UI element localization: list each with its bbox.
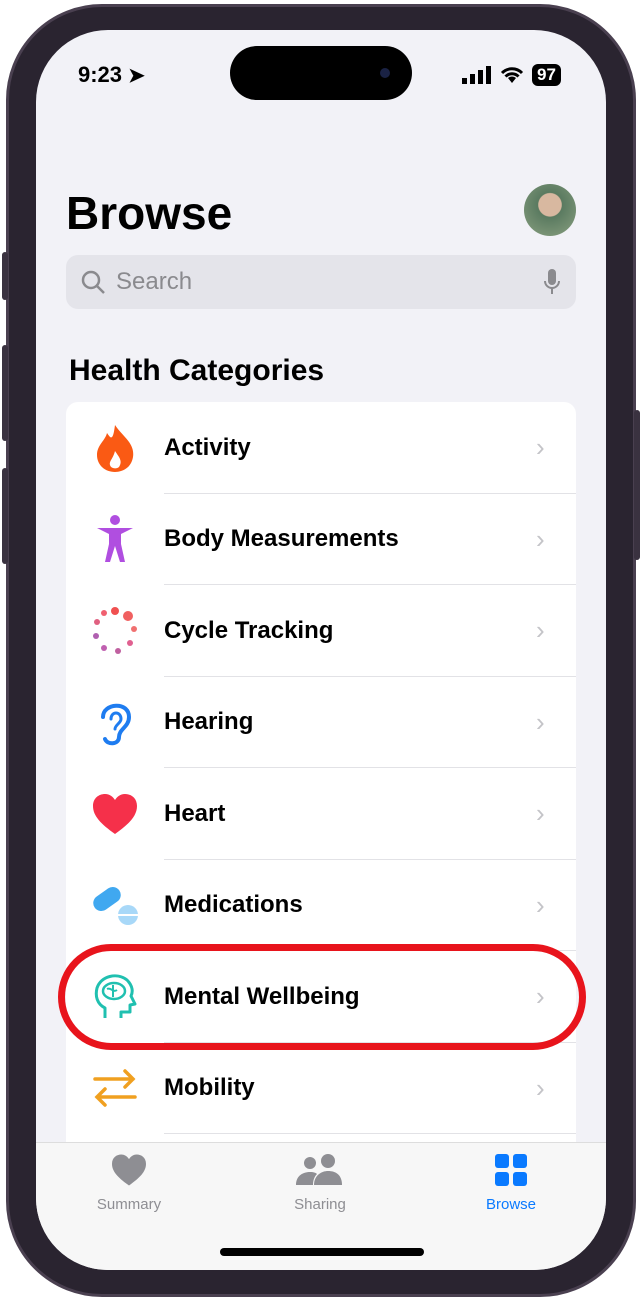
category-label: Heart — [164, 799, 226, 827]
category-label: Activity — [164, 433, 251, 461]
flame-icon — [97, 424, 134, 472]
tab-label: Summary — [96, 1196, 162, 1213]
chevron-right-icon: › — [536, 432, 545, 463]
category-label: Body Measurements — [164, 525, 399, 553]
people-icon — [296, 1154, 342, 1185]
chevron-right-icon: › — [536, 706, 545, 737]
cellular-signal-icon — [462, 66, 491, 84]
heart-icon — [93, 793, 137, 834]
cycle-dots-icon — [93, 606, 137, 654]
page-title: Browse — [66, 187, 233, 239]
chevron-right-icon: › — [536, 523, 545, 554]
tab-label: Sharing — [294, 1196, 346, 1213]
volume-up-button — [2, 345, 8, 441]
highlight-annotation — [58, 944, 586, 1050]
chevron-right-icon: › — [536, 889, 545, 920]
category-label: Mobility — [164, 1074, 255, 1102]
section-title: Health Categories — [69, 354, 325, 387]
status-time: 9:23 ➤ — [78, 62, 145, 87]
category-row-body-measurements[interactable]: Body Measurements › — [66, 494, 576, 585]
tab-browse[interactable]: Browse — [451, 1153, 571, 1213]
microphone-icon[interactable] — [542, 267, 562, 297]
location-arrow-icon: ➤ — [128, 65, 145, 87]
category-row-heart[interactable]: Heart › — [66, 768, 576, 860]
tab-sharing[interactable]: Sharing — [260, 1153, 380, 1213]
categories-list: Activity › Body Measurements › Cycle Tra… — [66, 402, 576, 1202]
side-button — [634, 410, 640, 560]
tab-summary[interactable]: Summary — [69, 1153, 189, 1213]
profile-avatar[interactable] — [524, 184, 576, 236]
screen: 9:23 ➤ 97 Browse Search Health Categorie… — [36, 30, 606, 1270]
search-placeholder: Search — [116, 268, 193, 295]
chevron-right-icon: › — [536, 798, 545, 829]
volume-down-button — [2, 468, 8, 564]
grid-icon — [495, 1154, 527, 1186]
home-indicator[interactable] — [220, 1248, 424, 1256]
ear-icon — [101, 704, 132, 746]
category-label: Cycle Tracking — [164, 616, 334, 644]
dynamic-island — [230, 46, 412, 100]
category-row-medications[interactable]: Medications › — [66, 860, 576, 951]
category-label: Medications — [164, 891, 303, 919]
category-row-mobility[interactable]: Mobility › — [66, 1043, 576, 1134]
action-button — [2, 252, 8, 300]
category-row-hearing[interactable]: Hearing › — [66, 677, 576, 768]
heart-icon — [112, 1154, 146, 1186]
chevron-right-icon: › — [536, 1072, 545, 1103]
search-field[interactable]: Search — [66, 255, 576, 309]
category-row-activity[interactable]: Activity › — [66, 402, 576, 494]
chevron-right-icon: › — [536, 615, 545, 646]
category-label: Hearing — [164, 708, 254, 736]
battery-indicator: 97 — [532, 64, 561, 86]
search-icon — [81, 270, 105, 294]
arrows-icon — [93, 1069, 137, 1107]
tab-label: Browse — [485, 1196, 537, 1213]
wifi-icon — [500, 67, 524, 83]
pills-icon — [93, 887, 138, 926]
person-figure-icon — [97, 515, 133, 563]
category-row-cycle-tracking[interactable]: Cycle Tracking › — [66, 585, 576, 677]
